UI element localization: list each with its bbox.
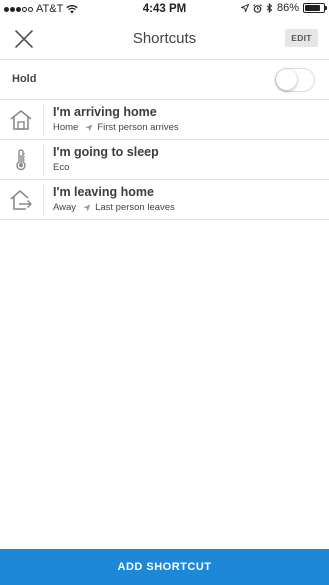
shortcut-title: I'm going to sleep [53,145,159,159]
toggle-knob [276,69,297,90]
shortcut-mode: Home [53,122,79,133]
shortcut-subtitle: Home First person arrives [53,122,179,133]
location-arrow-icon [240,4,249,12]
alarm-clock-icon [253,3,262,13]
row-divider [43,104,44,136]
hold-row: Hold [0,60,329,100]
shortcut-title: I'm leaving home [53,185,154,199]
location-arrow-icon [85,124,93,131]
battery-percent: 86% [276,2,299,14]
hold-toggle[interactable] [275,68,315,92]
shortcut-title: I'm arriving home [53,105,157,119]
bluetooth-icon [266,3,273,13]
shortcut-mode: Away [53,202,77,213]
shortcut-trigger: Last person leaves [95,202,175,213]
shortcut-arriving-home[interactable]: I'm arriving home Home First person arri… [0,100,329,140]
status-right: 86% [240,2,327,14]
row-divider [43,184,44,216]
thermometer-icon [16,149,26,171]
battery-level [305,5,321,11]
row-divider [43,144,44,176]
add-shortcut-button[interactable]: ADD SHORTCUT [0,549,329,585]
battery-icon [303,3,327,13]
page-title: Shortcuts [132,30,197,47]
shortcut-subtitle: Eco [53,162,69,173]
shortcut-leaving-home[interactable]: I'm leaving home Away Last person leaves [0,180,329,220]
shortcut-going-to-sleep[interactable]: I'm going to sleep Eco [0,140,329,180]
shortcut-subtitle: Away Last person leaves [53,202,175,213]
status-bar: AT&T 4:43 PM 86% [0,0,329,18]
home-icon [10,110,32,130]
shortcut-trigger: First person arrives [97,122,179,133]
leave-home-icon [10,190,32,210]
header: Shortcuts EDIT [0,18,329,60]
edit-button[interactable]: EDIT [285,29,318,47]
hold-label: Hold [12,73,37,85]
shortcut-mode: Eco [53,162,70,173]
location-arrow-icon [83,204,91,211]
